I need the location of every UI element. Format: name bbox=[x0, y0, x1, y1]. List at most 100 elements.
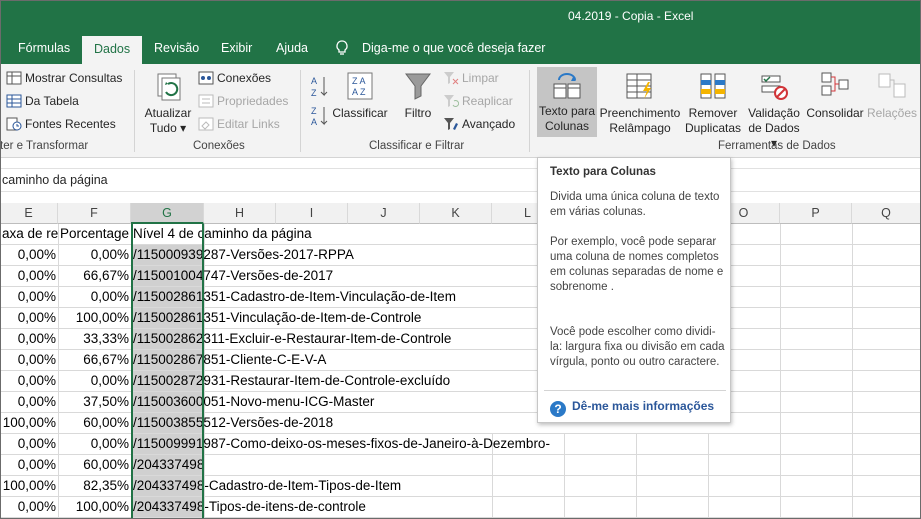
da-tabela-button[interactable]: Da Tabela bbox=[6, 91, 79, 111]
cell-f[interactable]: 66,67% bbox=[58, 350, 131, 370]
svg-text:Z: Z bbox=[311, 106, 317, 116]
column-header-h[interactable]: H bbox=[204, 203, 276, 224]
column-header-f[interactable]: F bbox=[58, 203, 131, 224]
texto-para-colunas-button[interactable]: Texto para Colunas bbox=[537, 67, 597, 137]
column-header-e[interactable]: E bbox=[0, 203, 58, 224]
cell-f[interactable]: 0,00% bbox=[58, 434, 131, 454]
svg-text:Z: Z bbox=[311, 88, 317, 98]
lightbulb-icon bbox=[336, 40, 348, 55]
cell-f[interactable]: Porcentage bbox=[58, 224, 131, 244]
column-header-p[interactable]: P bbox=[780, 203, 852, 224]
tab-dados[interactable]: Dados bbox=[82, 36, 143, 64]
cell-f[interactable]: 100,00% bbox=[58, 308, 131, 328]
atualizar-tudo-button[interactable]: Atualizar Tudo ▾ bbox=[140, 70, 196, 140]
remover-duplicatas-button[interactable]: Remover Duplicatas bbox=[684, 70, 742, 140]
cell-e[interactable]: 0,00% bbox=[0, 329, 58, 349]
formula-bar-value: caminho da página bbox=[2, 173, 108, 187]
cell-f[interactable]: 60,00% bbox=[58, 413, 131, 433]
filter-icon bbox=[405, 73, 431, 100]
cell-f[interactable]: 37,50% bbox=[58, 392, 131, 412]
ribbon-separator bbox=[529, 70, 530, 152]
cell-e[interactable]: 0,00% bbox=[0, 497, 58, 517]
cell-e[interactable]: 0,00% bbox=[0, 350, 58, 370]
relationships-icon bbox=[878, 73, 906, 98]
tooltip-title: Texto para Colunas bbox=[550, 166, 656, 178]
column-header-i[interactable]: I bbox=[276, 203, 348, 224]
remove-duplicates-icon bbox=[700, 73, 726, 99]
cell-f[interactable]: 0,00% bbox=[58, 371, 131, 391]
svg-text:Z A: Z A bbox=[352, 76, 366, 86]
validacao-de-dados-button[interactable]: Validação de Dados ▾ bbox=[744, 70, 804, 150]
table-icon bbox=[6, 94, 22, 108]
relacoes-button[interactable]: Relações bbox=[866, 70, 918, 140]
cell-e[interactable]: 0,00% bbox=[0, 245, 58, 265]
text-to-columns-icon bbox=[553, 73, 581, 99]
cell-f[interactable]: 0,00% bbox=[58, 245, 131, 265]
tooltip-options: Você pode escolher como dividi-la: largu… bbox=[550, 326, 725, 368]
filtro-button[interactable]: Filtro bbox=[398, 70, 438, 140]
tab-formulas[interactable]: Fórmulas bbox=[16, 32, 72, 64]
cell-e[interactable]: 0,00% bbox=[0, 287, 58, 307]
column-header-q[interactable]: Q bbox=[852, 203, 921, 224]
svg-text:A: A bbox=[311, 76, 317, 86]
limpar-button[interactable]: Limpar bbox=[443, 68, 499, 88]
sort-icon: Z AA Z bbox=[347, 72, 373, 100]
cell-f[interactable]: 100,00% bbox=[58, 497, 131, 517]
ribbon-separator bbox=[300, 70, 301, 152]
cell-e[interactable]: 100,00% bbox=[0, 476, 58, 496]
cell-e[interactable]: 0,00% bbox=[0, 455, 58, 475]
preenchimento-relampago-button[interactable]: Preenchimento Relâmpago bbox=[598, 70, 682, 140]
window-title: 04.2019 - Copia - Excel bbox=[568, 9, 694, 23]
selected-column-border bbox=[131, 224, 204, 519]
formula-bar[interactable]: caminho da página bbox=[0, 168, 921, 192]
tab-revisao[interactable]: Revisão bbox=[152, 32, 201, 64]
propriedades-button[interactable]: Propriedades bbox=[198, 91, 288, 111]
avancado-button[interactable]: Avançado bbox=[443, 114, 515, 134]
spreadsheet-grid[interactable]: E F G H I J K L M N O P Q axa de rePorce… bbox=[0, 203, 921, 519]
cell-f[interactable]: 60,00% bbox=[58, 455, 131, 475]
clear-filter-icon bbox=[444, 72, 459, 85]
column-header-j[interactable]: J bbox=[348, 203, 420, 224]
cell-e[interactable]: 0,00% bbox=[0, 392, 58, 412]
cell-e[interactable]: 0,00% bbox=[0, 434, 58, 454]
cell-e[interactable]: 0,00% bbox=[0, 308, 58, 328]
advanced-filter-icon bbox=[444, 118, 458, 130]
group-label-ferramentas-dados: Ferramentas de Dados bbox=[718, 140, 836, 152]
group-label-classificar-filtrar: Classificar e Filtrar bbox=[369, 140, 465, 152]
tab-exibir[interactable]: Exibir bbox=[219, 32, 254, 64]
consolidar-button[interactable]: Consolidar bbox=[806, 70, 864, 140]
tooltip-help-link[interactable]: ? Dê-me mais informações bbox=[550, 399, 714, 417]
consolidate-icon bbox=[821, 72, 849, 96]
sort-za-icon[interactable]: ZA bbox=[310, 104, 330, 128]
column-header-g[interactable]: G bbox=[131, 203, 204, 224]
tooltip-separator bbox=[544, 390, 726, 391]
cell-f[interactable]: 82,35% bbox=[58, 476, 131, 496]
cell-e[interactable]: 0,00% bbox=[0, 371, 58, 391]
cell-f[interactable]: 33,33% bbox=[58, 329, 131, 349]
column-header-k[interactable]: K bbox=[420, 203, 492, 224]
svg-text:A Z: A Z bbox=[352, 87, 366, 97]
editar-links-button[interactable]: Editar Links bbox=[198, 114, 280, 134]
fontes-recentes-button[interactable]: Fontes Recentes bbox=[6, 114, 116, 134]
classificar-button[interactable]: Z AA Z Classificar bbox=[332, 70, 388, 140]
tell-me-search[interactable]: Diga-me o que você deseja fazer bbox=[360, 32, 547, 64]
edit-links-icon bbox=[198, 117, 214, 131]
cell-e[interactable]: axa de re bbox=[0, 224, 58, 244]
cell-f[interactable]: 66,67% bbox=[58, 266, 131, 286]
cell-e[interactable]: 100,00% bbox=[0, 413, 58, 433]
tooltip-description: Divida uma única coluna de texto em vári… bbox=[550, 191, 720, 218]
title-bar: 04.2019 - Copia - Excel bbox=[0, 0, 921, 32]
recent-sources-icon bbox=[6, 117, 22, 131]
reaplicar-button[interactable]: Reaplicar bbox=[443, 91, 513, 111]
mostrar-consultas-button[interactable]: Mostrar Consultas bbox=[6, 68, 122, 88]
cell-e[interactable]: 0,00% bbox=[0, 266, 58, 286]
sort-az-icon[interactable]: AZ bbox=[310, 74, 330, 100]
tab-ajuda[interactable]: Ajuda bbox=[274, 32, 310, 64]
queries-icon bbox=[6, 71, 22, 85]
group-label-conexoes: Conexões bbox=[193, 140, 245, 152]
ribbon: Mostrar Consultas Da Tabela Fontes Recen… bbox=[0, 64, 921, 158]
ribbon-tabs: Fórmulas Dados Revisão Exibir Ajuda Diga… bbox=[0, 32, 921, 64]
help-icon: ? bbox=[550, 401, 566, 417]
conexoes-button[interactable]: Conexões bbox=[198, 68, 271, 88]
cell-f[interactable]: 0,00% bbox=[58, 287, 131, 307]
